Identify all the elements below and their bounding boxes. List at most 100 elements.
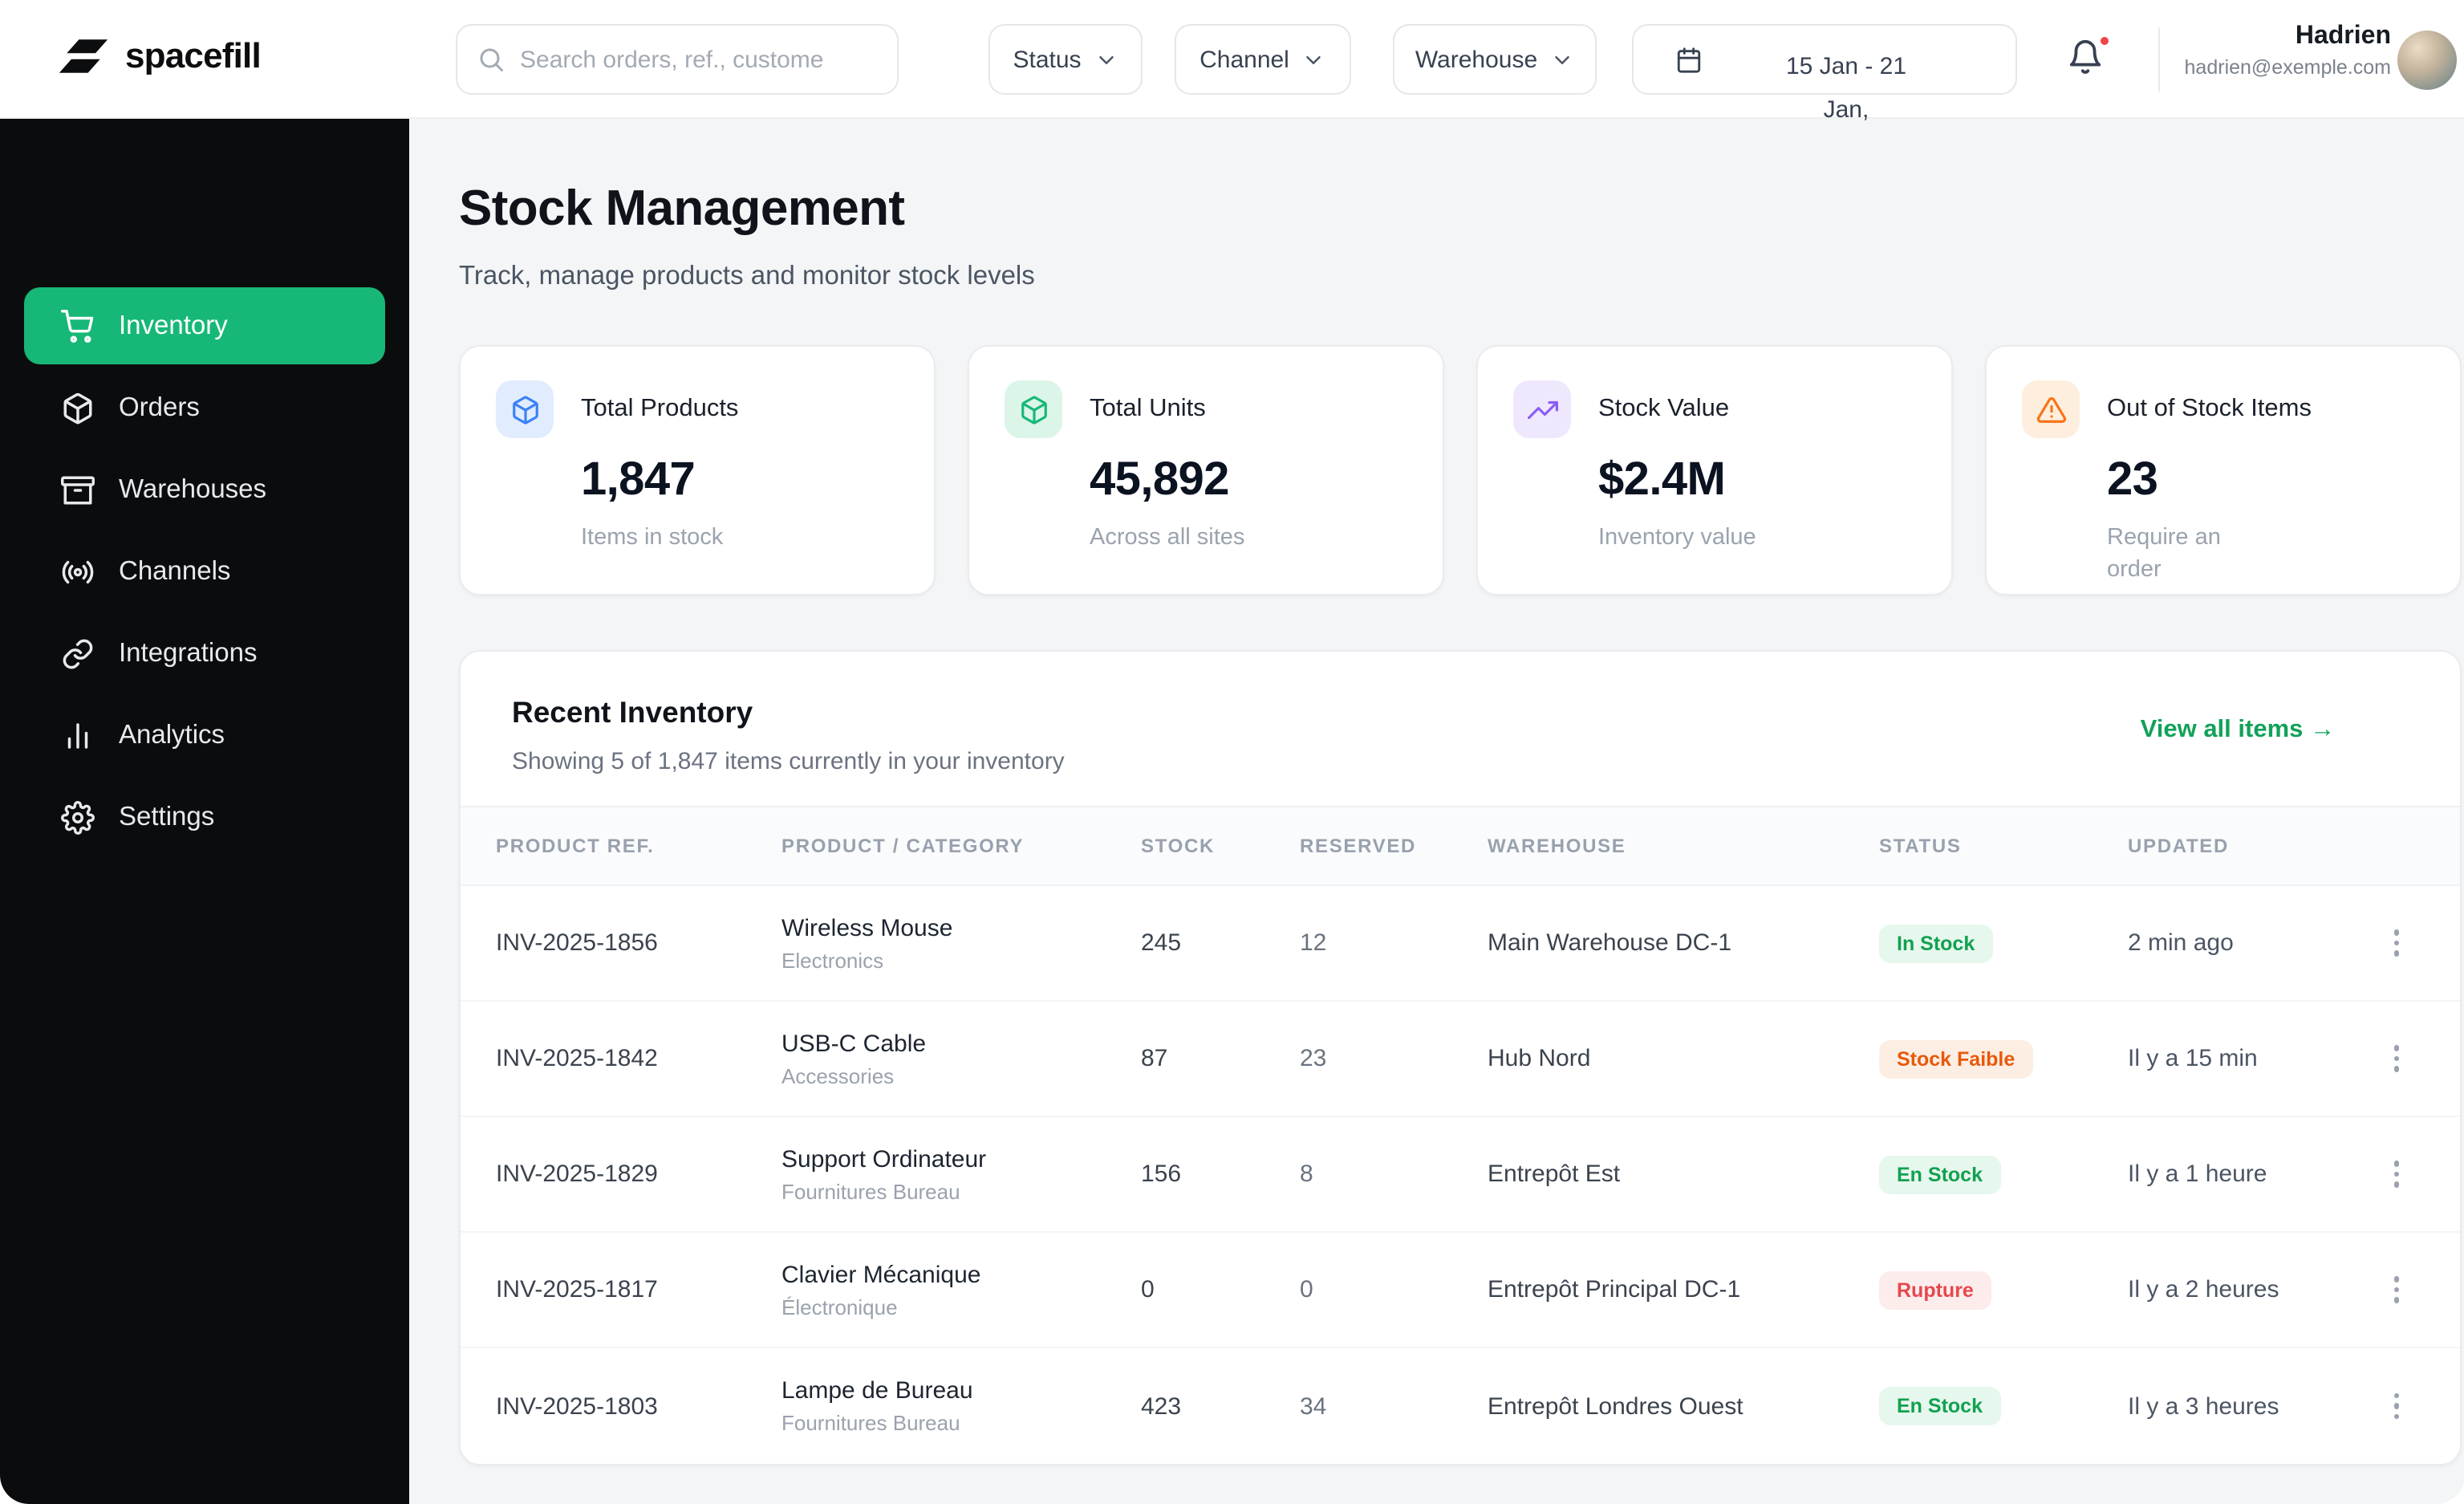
reserved-value: 0 (1300, 1276, 1313, 1303)
stat-card-stock-value: Stock Value $2.4M Inventory value (1476, 345, 1953, 596)
package-icon (1005, 380, 1062, 438)
product-name: Wireless Mouse (781, 914, 953, 941)
stock-value: 245 (1141, 929, 1182, 957)
product-ref: INV-2025-1817 (496, 1276, 658, 1303)
archive-icon (61, 475, 95, 504)
sidebar-item-label: Integrations (119, 638, 258, 667)
sidebar-item-label: Channels (119, 556, 231, 585)
reserved-value: 23 (1300, 1045, 1327, 1072)
status-filter-dropdown[interactable]: Status (988, 24, 1143, 95)
product-ref: INV-2025-1856 (496, 929, 658, 957)
sidebar-item-channels[interactable]: Channels (24, 533, 385, 610)
sidebar-item-label: Warehouses (119, 474, 267, 503)
column-header-reserved: RESERVED (1300, 835, 1417, 857)
table-row: INV-2025-1817 Clavier Mécanique Électron… (461, 1233, 2460, 1348)
warehouse-name: Main Warehouse DC-1 (1488, 929, 1731, 957)
table-row: INV-2025-1842 USB-C Cable Accessories 87… (461, 1002, 2460, 1117)
updated-time: Il y a 2 heures (2128, 1276, 2279, 1303)
stat-label: Stock Value (1598, 395, 1730, 422)
page-subtitle: Track, manage products and monitor stock… (459, 262, 1035, 291)
sidebar-item-settings[interactable]: Settings (24, 778, 385, 856)
stat-value: 45,892 (1090, 454, 1229, 506)
stat-label: Out of Stock Items (2107, 395, 2312, 422)
sidebar-item-warehouses[interactable]: Warehouses (24, 451, 385, 528)
date-range-picker[interactable]: 15 Jan - 21 Jan, (1632, 24, 2017, 124)
product-category: Fournitures Bureau (781, 1179, 960, 1203)
product-ref: INV-2025-1803 (496, 1392, 658, 1420)
sidebar-item-label: Analytics (119, 720, 225, 749)
chevron-down-icon (1098, 55, 1114, 63)
view-all-items-link[interactable]: View all items → (2141, 716, 2335, 745)
stat-card-total-products: Total Products 1,847 Items in stock (459, 345, 936, 596)
table-row: INV-2025-1856 Wireless Mouse Electronics… (461, 886, 2460, 1002)
sidebar-item-label: Inventory (119, 311, 228, 339)
row-menu-button[interactable] (2384, 1267, 2409, 1313)
stock-value: 423 (1141, 1392, 1182, 1420)
sidebar-item-orders[interactable]: Orders (24, 369, 385, 446)
product-name: USB-C Cable (781, 1030, 927, 1057)
row-menu-button[interactable] (2384, 921, 2409, 966)
stat-label: Total Products (581, 395, 739, 422)
trending-up-icon (1513, 380, 1571, 438)
row-menu-button[interactable] (2384, 1152, 2409, 1197)
status-badge: In Stock (1879, 924, 1993, 962)
sidebar-item-inventory[interactable]: Inventory (24, 287, 385, 364)
column-header-updated: UPDATED (2128, 835, 2229, 857)
spacefill-logo-icon (59, 39, 108, 73)
warehouse-name: Entrepôt Est (1488, 1161, 1621, 1188)
sidebar: Inventory Orders Warehouses Channels Int… (0, 119, 409, 1504)
box-icon (63, 392, 92, 424)
search-box[interactable] (456, 24, 899, 95)
unread-indicator (2097, 34, 2112, 48)
table-row: INV-2025-1829 Support Ordinateur Fournit… (461, 1117, 2460, 1233)
search-icon (480, 48, 503, 71)
updated-time: Il y a 15 min (2128, 1045, 2258, 1072)
search-input[interactable] (520, 46, 878, 73)
sidebar-item-integrations[interactable]: Integrations (24, 615, 385, 692)
notifications-button[interactable] (2067, 34, 2112, 80)
chevron-down-icon (1555, 55, 1569, 63)
main-content: Stock Management Track, manage products … (409, 119, 2464, 1504)
updated-time: Il y a 1 heure (2128, 1161, 2267, 1188)
sidebar-item-label: Settings (119, 802, 215, 831)
reserved-value: 12 (1300, 929, 1327, 957)
gear-icon (61, 800, 95, 834)
reserved-value: 8 (1300, 1161, 1313, 1188)
table-header: PRODUCT REF. PRODUCT / CATEGORY STOCK RE… (461, 806, 2460, 886)
stat-label: Total Units (1090, 395, 1206, 422)
channel-filter-dropdown[interactable]: Channel (1175, 24, 1351, 95)
stock-value: 156 (1141, 1161, 1182, 1188)
reserved-value: 34 (1300, 1392, 1327, 1420)
warehouse-filter-label: Warehouse (1415, 46, 1538, 73)
channel-filter-label: Channel (1200, 46, 1289, 73)
calendar-icon (1677, 47, 1701, 73)
chevron-down-icon (1307, 55, 1321, 63)
recent-inventory-title: Recent Inventory (512, 695, 753, 729)
product-category: Accessories (781, 1063, 895, 1087)
user-email: hadrien@exemple.com (2184, 56, 2391, 79)
user-info: Hadrien hadrien@exemple.com (2185, 22, 2391, 79)
row-menu-button[interactable] (2384, 1036, 2409, 1082)
updated-time: 2 min ago (2128, 929, 2234, 957)
recent-inventory-subtitle: Showing 5 of 1,847 items currently in yo… (512, 748, 1065, 775)
sidebar-item-analytics[interactable]: Analytics (24, 697, 385, 774)
row-menu-button[interactable] (2384, 1384, 2409, 1429)
stats-row: Total Products 1,847 Items in stock Tota… (459, 345, 2462, 596)
stat-card-out-of-stock: Out of Stock Items 23 Require an order (1985, 345, 2462, 596)
updated-time: Il y a 3 heures (2128, 1392, 2279, 1420)
avatar[interactable] (2397, 30, 2457, 90)
stat-value: 23 (2107, 454, 2158, 506)
user-name: Hadrien (2295, 22, 2391, 50)
cart-icon (61, 309, 94, 342)
date-range-value: 15 Jan - 21 Jan, (1785, 53, 1907, 124)
warehouse-filter-dropdown[interactable]: Warehouse (1393, 24, 1597, 95)
topbar: spacefill Status Channel Warehouse 15 Ja… (0, 0, 2464, 124)
product-name: Lampe de Bureau (781, 1377, 973, 1404)
package-icon (496, 380, 554, 438)
recent-inventory-card: Recent Inventory Showing 5 of 1,847 item… (459, 650, 2462, 1465)
column-header-warehouse: WAREHOUSE (1488, 835, 1626, 857)
stat-caption: Require an order (2107, 525, 2221, 583)
stat-caption: Inventory value (1598, 525, 1756, 551)
product-category: Fournitures Bureau (781, 1411, 960, 1435)
stock-value: 0 (1141, 1276, 1155, 1303)
